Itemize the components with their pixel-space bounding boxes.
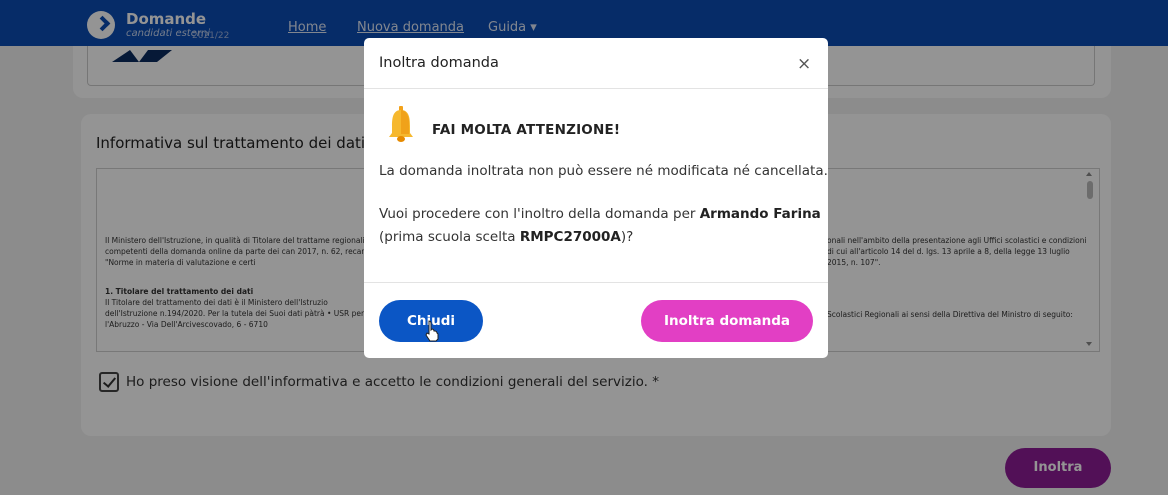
cursor-icon (425, 320, 439, 342)
confirm-dialog: Inoltra domanda × FAI MOLTA ATTENZIONE! … (364, 38, 828, 358)
warning-message: La domanda inoltrata non può essere né m… (379, 163, 828, 179)
inoltra-domanda-button[interactable]: Inoltra domanda (641, 300, 813, 342)
candidate-name: Armando Farina (699, 206, 821, 222)
dialog-header: Inoltra domanda × (364, 38, 828, 89)
school-line-suffix: )? (620, 229, 634, 245)
alert-title: FAI MOLTA ATTENZIONE! (432, 122, 621, 138)
dialog-title: Inoltra domanda (379, 55, 499, 71)
close-icon[interactable]: × (797, 54, 811, 74)
confirm-question-text: Vuoi procedere con l'inoltro della doman… (379, 206, 700, 222)
dialog-divider (364, 282, 828, 283)
confirm-question: Vuoi procedere con l'inoltro della doman… (379, 206, 821, 222)
school-line: (prima scuola scelta RMPC27000A)? (379, 229, 633, 245)
bell-icon (389, 106, 413, 142)
school-code: RMPC27000A (519, 229, 621, 245)
school-line-prefix: (prima scuola scelta (379, 229, 520, 245)
